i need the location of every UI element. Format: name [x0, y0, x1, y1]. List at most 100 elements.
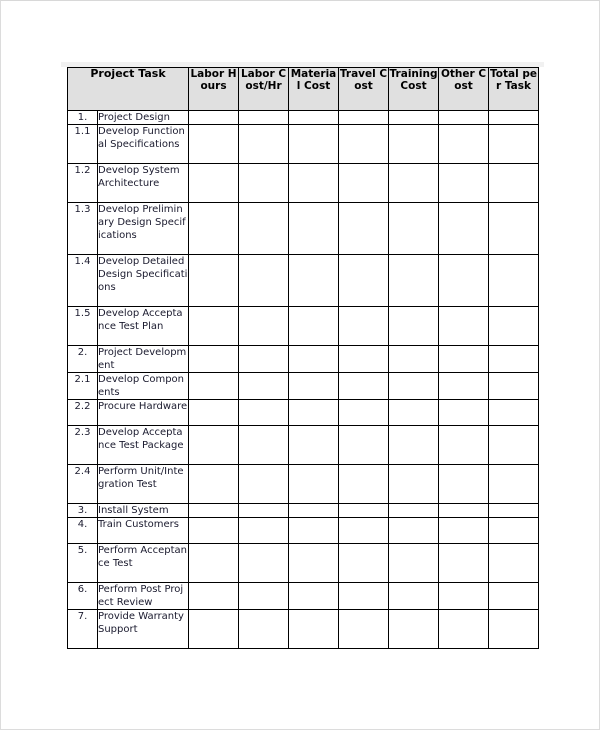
cell-labor-hours[interactable] [188, 503, 240, 518]
cell-other-cost[interactable] [438, 110, 490, 125]
cell-travel-cost[interactable] [338, 609, 390, 649]
cell-training-cost[interactable] [388, 202, 440, 255]
cell-total-per-task[interactable] [488, 517, 540, 544]
cell-travel-cost[interactable] [338, 464, 390, 504]
cell-labor-cost-per-hour[interactable] [238, 372, 290, 400]
cell-other-cost[interactable] [438, 306, 490, 346]
cell-material-cost[interactable] [288, 503, 340, 518]
cell-total-per-task[interactable] [488, 202, 540, 255]
cell-material-cost[interactable] [288, 425, 340, 465]
cell-labor-hours[interactable] [188, 582, 240, 610]
cell-total-per-task[interactable] [488, 163, 540, 203]
cell-training-cost[interactable] [388, 124, 440, 164]
cell-total-per-task[interactable] [488, 425, 540, 465]
cell-labor-cost-per-hour[interactable] [238, 254, 290, 307]
cell-total-per-task[interactable] [488, 254, 540, 307]
cell-training-cost[interactable] [388, 399, 440, 426]
cell-total-per-task[interactable] [488, 124, 540, 164]
cell-travel-cost[interactable] [338, 254, 390, 307]
cell-total-per-task[interactable] [488, 464, 540, 504]
cell-total-per-task[interactable] [488, 399, 540, 426]
cell-labor-hours[interactable] [188, 609, 240, 649]
cell-total-per-task[interactable] [488, 609, 540, 649]
cell-other-cost[interactable] [438, 124, 490, 164]
cell-travel-cost[interactable] [338, 543, 390, 583]
cell-other-cost[interactable] [438, 517, 490, 544]
cell-labor-hours[interactable] [188, 543, 240, 583]
cell-labor-cost-per-hour[interactable] [238, 425, 290, 465]
cell-labor-cost-per-hour[interactable] [238, 124, 290, 164]
cell-labor-hours[interactable] [188, 163, 240, 203]
cell-travel-cost[interactable] [338, 503, 390, 518]
cell-training-cost[interactable] [388, 517, 440, 544]
cell-other-cost[interactable] [438, 372, 490, 400]
cell-material-cost[interactable] [288, 124, 340, 164]
cell-labor-hours[interactable] [188, 345, 240, 373]
cell-other-cost[interactable] [438, 609, 490, 649]
cell-labor-hours[interactable] [188, 110, 240, 125]
cell-total-per-task[interactable] [488, 372, 540, 400]
cell-material-cost[interactable] [288, 110, 340, 125]
cell-training-cost[interactable] [388, 464, 440, 504]
cell-material-cost[interactable] [288, 254, 340, 307]
cell-travel-cost[interactable] [338, 517, 390, 544]
cell-training-cost[interactable] [388, 254, 440, 307]
cell-other-cost[interactable] [438, 425, 490, 465]
cell-total-per-task[interactable] [488, 543, 540, 583]
cell-training-cost[interactable] [388, 543, 440, 583]
cell-travel-cost[interactable] [338, 306, 390, 346]
cell-total-per-task[interactable] [488, 306, 540, 346]
cell-labor-cost-per-hour[interactable] [238, 345, 290, 373]
cell-travel-cost[interactable] [338, 110, 390, 125]
cell-labor-hours[interactable] [188, 464, 240, 504]
cell-other-cost[interactable] [438, 163, 490, 203]
cell-travel-cost[interactable] [338, 582, 390, 610]
cell-labor-hours[interactable] [188, 372, 240, 400]
cell-labor-cost-per-hour[interactable] [238, 399, 290, 426]
cell-labor-cost-per-hour[interactable] [238, 163, 290, 203]
cell-labor-cost-per-hour[interactable] [238, 503, 290, 518]
cell-travel-cost[interactable] [338, 163, 390, 203]
cell-total-per-task[interactable] [488, 582, 540, 610]
cell-labor-cost-per-hour[interactable] [238, 582, 290, 610]
cell-other-cost[interactable] [438, 202, 490, 255]
cell-travel-cost[interactable] [338, 399, 390, 426]
cell-training-cost[interactable] [388, 345, 440, 373]
cell-material-cost[interactable] [288, 582, 340, 610]
cell-labor-hours[interactable] [188, 399, 240, 426]
cell-material-cost[interactable] [288, 202, 340, 255]
cell-other-cost[interactable] [438, 543, 490, 583]
cell-training-cost[interactable] [388, 110, 440, 125]
cell-labor-cost-per-hour[interactable] [238, 110, 290, 125]
cell-labor-hours[interactable] [188, 124, 240, 164]
cell-material-cost[interactable] [288, 399, 340, 426]
cell-material-cost[interactable] [288, 517, 340, 544]
cell-travel-cost[interactable] [338, 345, 390, 373]
cell-other-cost[interactable] [438, 254, 490, 307]
cell-labor-hours[interactable] [188, 306, 240, 346]
cell-other-cost[interactable] [438, 345, 490, 373]
cell-labor-hours[interactable] [188, 254, 240, 307]
cell-training-cost[interactable] [388, 306, 440, 346]
cell-labor-cost-per-hour[interactable] [238, 306, 290, 346]
cell-training-cost[interactable] [388, 503, 440, 518]
cell-material-cost[interactable] [288, 163, 340, 203]
cell-training-cost[interactable] [388, 163, 440, 203]
cell-other-cost[interactable] [438, 464, 490, 504]
cell-training-cost[interactable] [388, 582, 440, 610]
cell-labor-cost-per-hour[interactable] [238, 464, 290, 504]
cell-other-cost[interactable] [438, 582, 490, 610]
cell-travel-cost[interactable] [338, 372, 390, 400]
cell-labor-hours[interactable] [188, 425, 240, 465]
cell-total-per-task[interactable] [488, 110, 540, 125]
cell-training-cost[interactable] [388, 372, 440, 400]
cell-material-cost[interactable] [288, 306, 340, 346]
cell-other-cost[interactable] [438, 399, 490, 426]
cell-travel-cost[interactable] [338, 425, 390, 465]
cell-material-cost[interactable] [288, 372, 340, 400]
cell-material-cost[interactable] [288, 543, 340, 583]
cell-labor-hours[interactable] [188, 202, 240, 255]
cell-total-per-task[interactable] [488, 503, 540, 518]
cell-material-cost[interactable] [288, 345, 340, 373]
cell-labor-cost-per-hour[interactable] [238, 202, 290, 255]
